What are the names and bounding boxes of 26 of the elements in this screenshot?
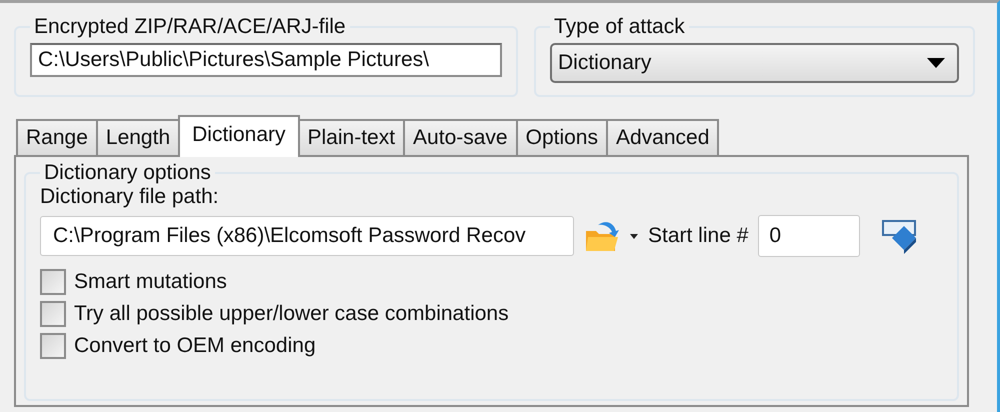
attack-type-dropdown[interactable]: Dictionary: [550, 43, 959, 83]
checkbox-label: Convert to OEM encoding: [74, 334, 316, 358]
tab[interactable]: Auto-save: [403, 119, 518, 155]
start-line-field[interactable]: 0: [758, 215, 860, 257]
checkbox[interactable]: [40, 269, 66, 295]
checkbox[interactable]: [40, 301, 66, 327]
eraser-icon[interactable]: [882, 218, 918, 254]
tab[interactable]: Range: [16, 119, 98, 155]
dropdown-arrow-icon: [927, 58, 945, 68]
checkbox-label: Try all possible upper/lower case combinations: [74, 302, 509, 326]
group-title: Dictionary options: [43, 161, 212, 185]
tab[interactable]: Plain-text: [298, 119, 406, 155]
dictionary-path-field[interactable]: C:\Program Files (x86)\Elcomsoft Password Recov: [40, 216, 574, 256]
archive-path-field[interactable]: C:\Users\Public\Pictures\Sample Pictures\: [30, 43, 502, 77]
caret-icon[interactable]: [630, 234, 638, 238]
tab[interactable]: Advanced: [606, 119, 720, 155]
group-title: Encrypted ZIP/RAR/ACE/ARJ-file: [33, 15, 347, 39]
tab[interactable]: Options: [516, 119, 608, 155]
start-line-label: Start line #: [648, 224, 748, 248]
open-folder-icon[interactable]: [584, 219, 620, 253]
tab[interactable]: Length: [96, 119, 180, 155]
tab[interactable]: Dictionary: [178, 115, 300, 157]
group-title: Type of attack: [553, 15, 686, 39]
path-label: Dictionary file path:: [40, 185, 219, 208]
checkbox-label: Smart mutations: [74, 270, 227, 294]
checkbox[interactable]: [40, 333, 66, 359]
